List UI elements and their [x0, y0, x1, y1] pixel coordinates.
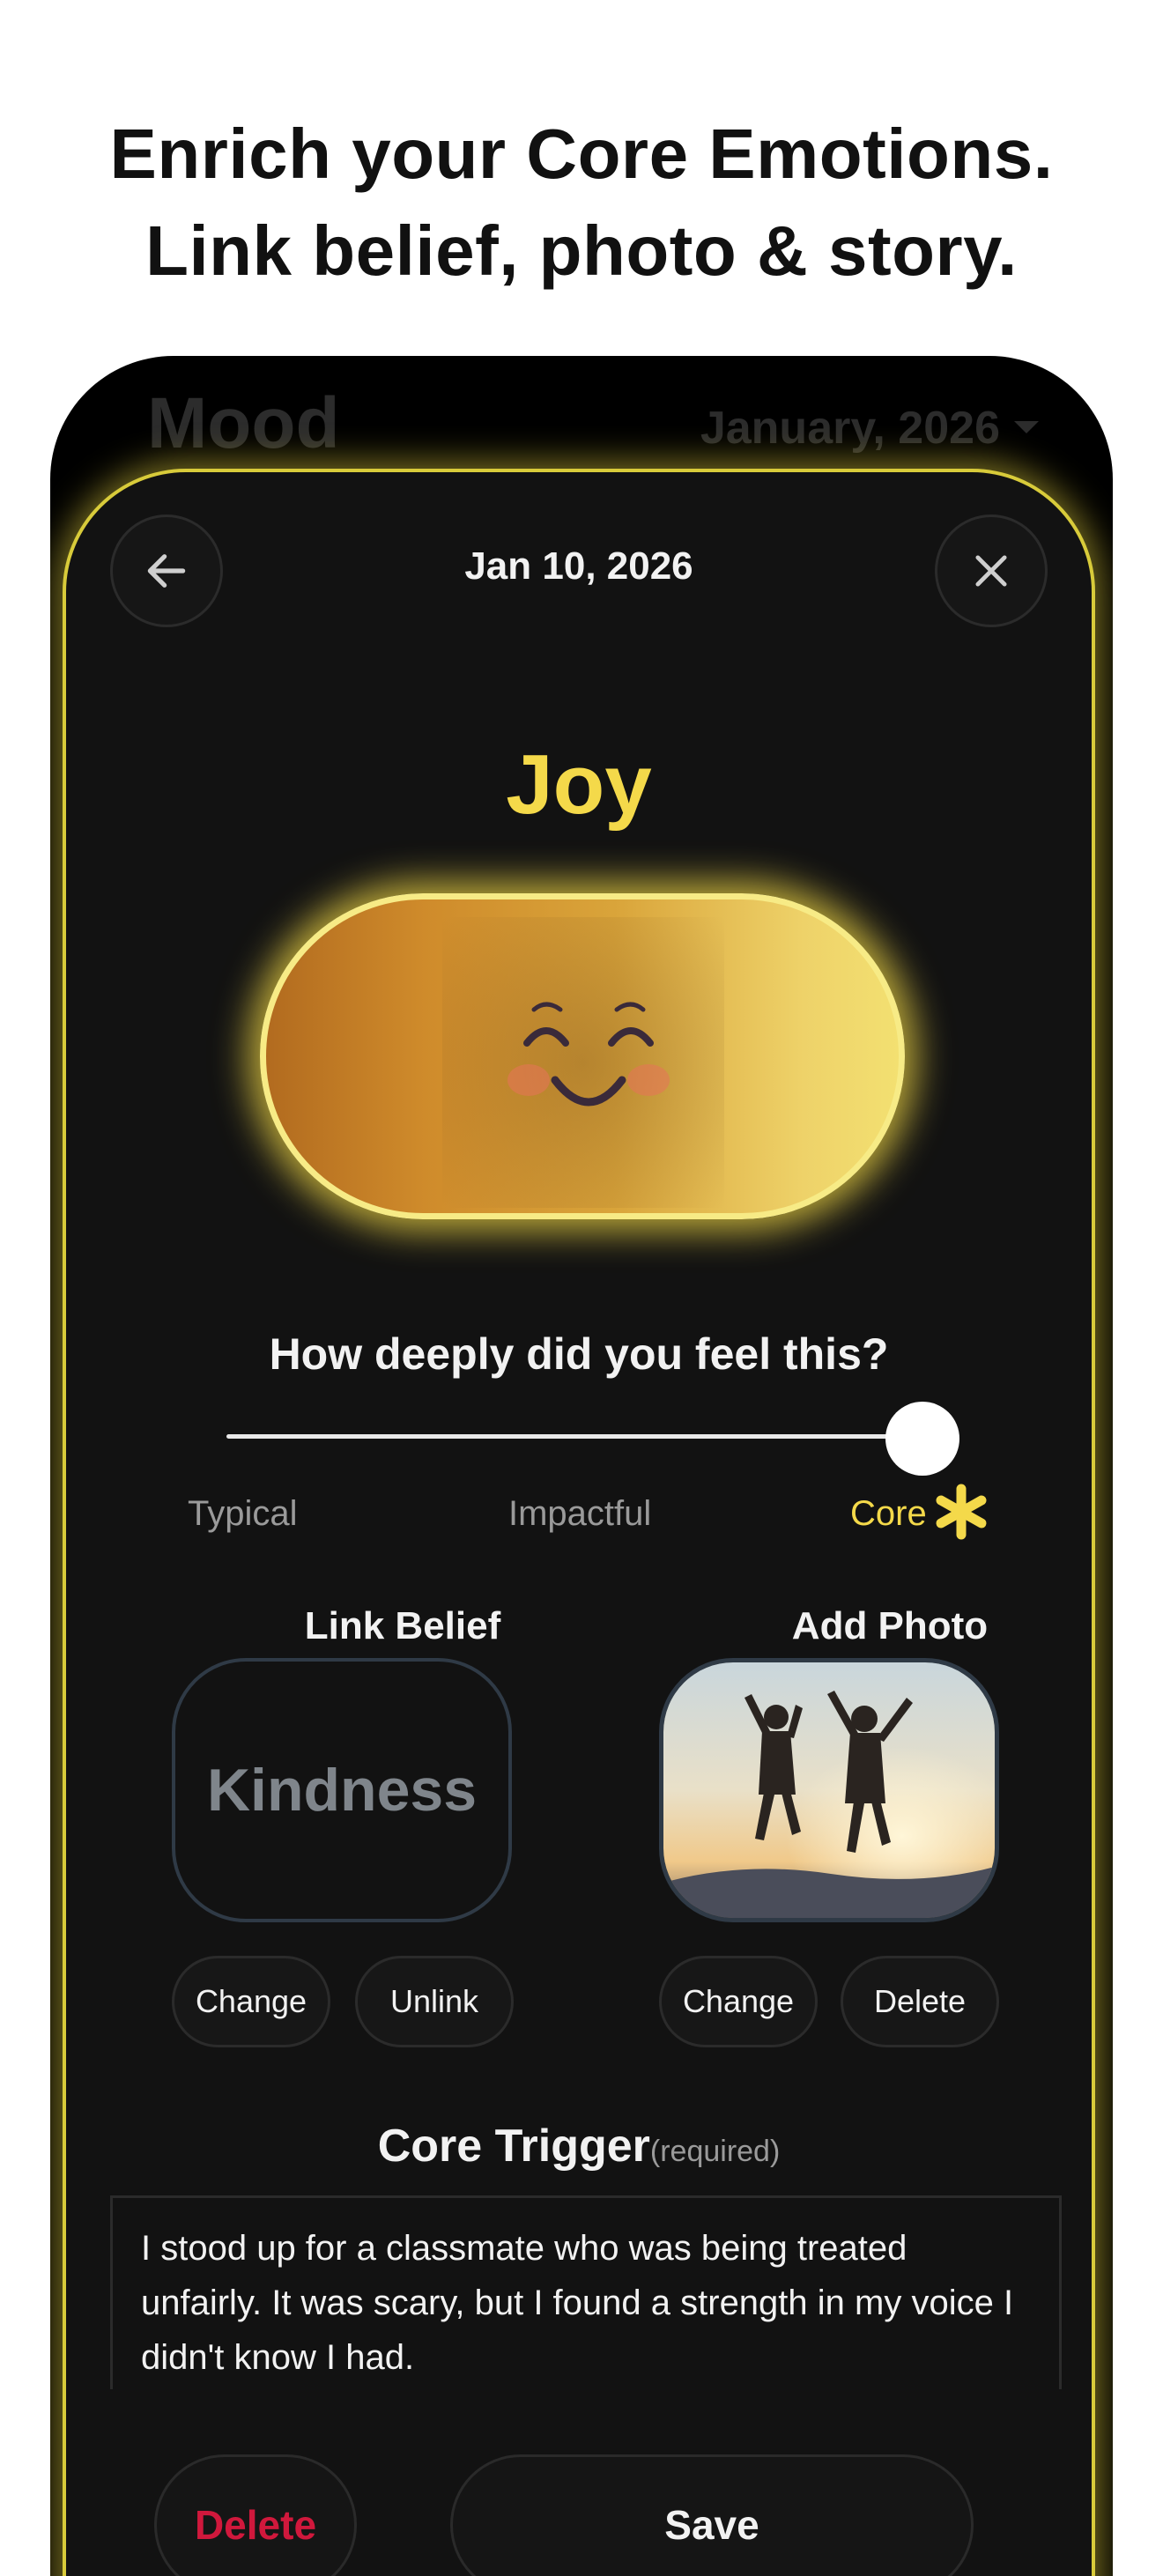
delete-photo-button[interactable]: Delete [841, 1956, 999, 2047]
change-belief-button[interactable]: Change [172, 1956, 330, 2047]
phone-frame: Mood January, 2026 Jan 10, 2026 Joy How … [50, 356, 1113, 2576]
add-photo-label: Add Photo [791, 1604, 989, 1647]
link-belief-label: Link Belief [304, 1604, 501, 1647]
background-month-selector: January, 2026 [700, 403, 1000, 454]
level-impactful[interactable]: Impactful [508, 1494, 651, 1534]
headline: Enrich your Core Emotions. Link belief, … [0, 106, 1163, 300]
headline-line-2: Link belief, photo & story. [145, 211, 1018, 290]
photo-thumbnail[interactable] [659, 1658, 999, 1922]
close-button[interactable] [935, 514, 1048, 627]
asterisk-star-icon [936, 1484, 987, 1540]
save-button[interactable]: Save [450, 2454, 974, 2576]
belief-value: Kindness [206, 1757, 478, 1824]
change-photo-button[interactable]: Change [659, 1956, 818, 2047]
core-trigger-heading: Core Trigger(required) [66, 2120, 1092, 2173]
headline-line-1: Enrich your Core Emotions. [109, 115, 1054, 193]
level-core[interactable]: Core [850, 1494, 927, 1534]
unlink-belief-button[interactable]: Unlink [355, 1956, 514, 2047]
core-trigger-textarea[interactable]: I stood up for a classmate who was being… [110, 2195, 1062, 2389]
background-screen-title: Mood [147, 383, 340, 463]
jumping-children-photo [663, 1662, 995, 1918]
smiling-face-icon [507, 1002, 670, 1107]
core-trigger-title: Core Trigger [377, 2121, 650, 2172]
chevron-down-icon [1014, 421, 1039, 433]
required-hint: (required) [649, 2135, 781, 2168]
emotion-detail-sheet: Jan 10, 2026 Joy How deeply did you feel… [63, 469, 1095, 2576]
emotion-name: Joy [506, 737, 652, 832]
intensity-question: How deeply did you feel this? [269, 1329, 889, 1379]
delete-entry-button[interactable]: Delete [154, 2454, 357, 2576]
emotion-pill [260, 893, 905, 1219]
intensity-slider-track[interactable] [226, 1434, 924, 1439]
belief-card[interactable]: Kindness [172, 1658, 512, 1922]
level-typical[interactable]: Typical [188, 1494, 298, 1534]
close-icon [975, 555, 1007, 587]
intensity-slider-thumb[interactable] [885, 1402, 959, 1476]
